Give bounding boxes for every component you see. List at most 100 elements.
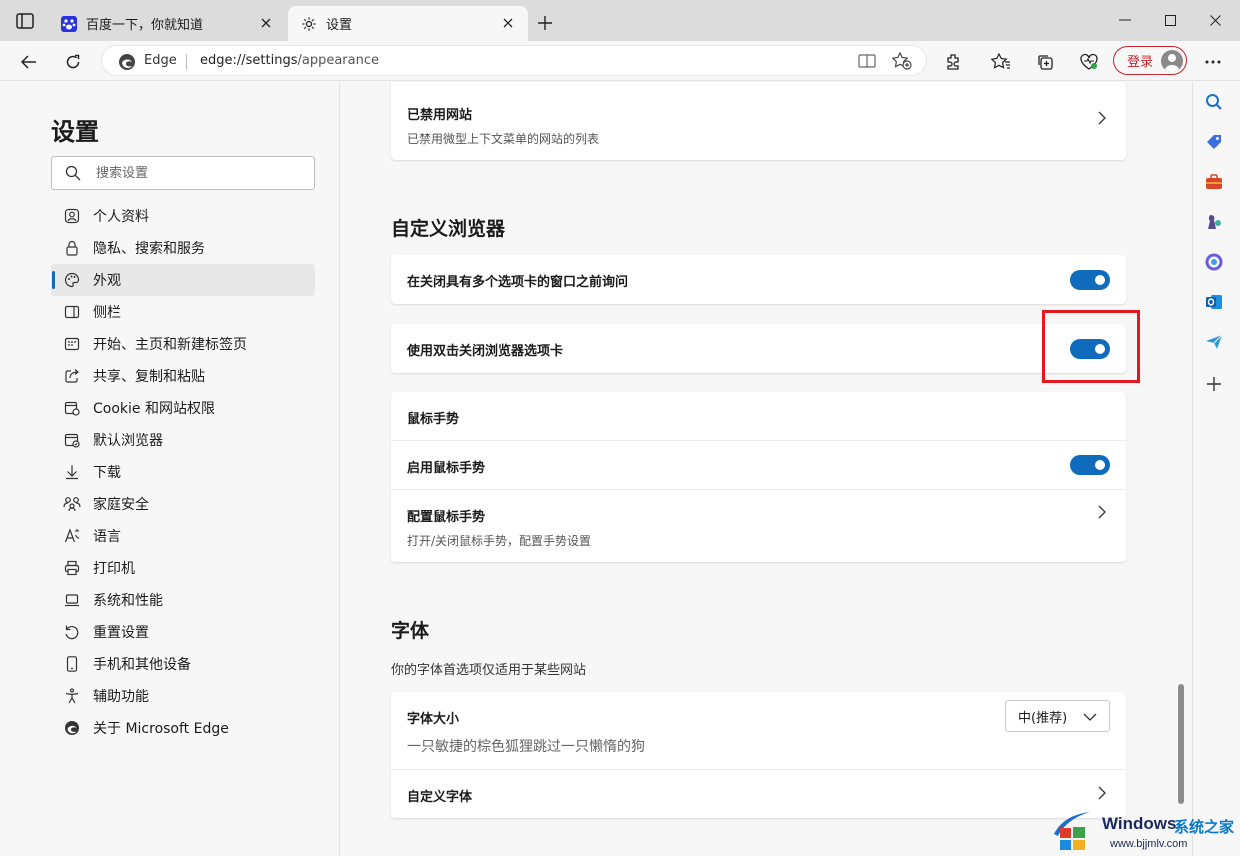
tab-actions-icon[interactable] [14, 11, 36, 31]
scrollbar-thumb[interactable] [1178, 684, 1184, 804]
edge-sidebar [1192, 82, 1240, 856]
highlight-box [1042, 310, 1140, 383]
nav-item-system[interactable]: 系统和性能 [51, 584, 315, 616]
row-subtitle: 打开/关闭鼠标手势，配置手势设置 [407, 534, 592, 548]
double-click-close-card: 使用双击关闭浏览器选项卡 [391, 324, 1126, 373]
reading-view-icon[interactable] [858, 53, 876, 73]
microsoft-365-icon[interactable] [1204, 252, 1224, 272]
avatar [1161, 50, 1183, 72]
accessibility-icon [63, 687, 81, 705]
row-title: 使用双击关闭浏览器选项卡 [407, 344, 564, 359]
font-size-row: 字体大小 一只敏捷的棕色狐狸跳过一只懒惰的狗 中(推荐) [391, 692, 1126, 769]
font-size-select[interactable]: 中(推荐) [1005, 700, 1110, 732]
nav-item-appearance[interactable]: 外观 [51, 264, 315, 296]
login-button[interactable]: 登录 [1113, 46, 1187, 75]
search-settings[interactable] [51, 156, 315, 190]
section-heading-fonts: 字体 [391, 620, 430, 642]
refresh-icon[interactable] [60, 49, 86, 75]
row-title: 鼠标手势 [407, 412, 460, 427]
fonts-card: 字体大小 一只敏捷的棕色狐狸跳过一只懒惰的狗 中(推荐) 自定义字体 [391, 692, 1126, 818]
address-toolbar: Edge edge://settings/appearance 登录 [0, 41, 1240, 81]
nav-item-accessibility[interactable]: 辅助功能 [51, 680, 315, 712]
send-icon[interactable] [1204, 332, 1224, 352]
nav-item-printers[interactable]: 打印机 [51, 552, 315, 584]
custom-fonts-row[interactable]: 自定义字体 [391, 769, 1126, 818]
chevron-right-icon [1096, 504, 1108, 520]
mouse-gesture-header: 鼠标手势 [391, 392, 1126, 440]
address-bar[interactable]: Edge edge://settings/appearance [101, 45, 927, 76]
ask-before-close-toggle[interactable] [1070, 270, 1110, 290]
maximize-icon[interactable] [1158, 8, 1182, 32]
outlook-icon[interactable] [1204, 292, 1224, 312]
chevron-right-icon [1096, 785, 1108, 801]
blocked-sites-card[interactable]: 已禁用网站 已禁用微型上下文菜单的网站的列表 [391, 82, 1126, 160]
family-icon [63, 495, 81, 513]
watermark-cn: 系统之家 [1174, 818, 1235, 836]
add-favorite-icon[interactable] [891, 51, 912, 74]
edge-logo-icon [63, 719, 81, 737]
nav-item-default-browser[interactable]: 默认浏览器 [51, 424, 315, 456]
row-title: 配置鼠标手势 [407, 510, 486, 525]
double-click-close-row: 使用双击关闭浏览器选项卡 [391, 324, 1126, 373]
lock-icon [63, 239, 81, 257]
tab-settings[interactable]: 设置 [288, 6, 528, 41]
nav-item-privacy[interactable]: 隐私、搜索和服务 [51, 232, 315, 264]
settings-content: 已禁用网站 已禁用微型上下文菜单的网站的列表 自定义浏览器 在关闭具有多个选项卡… [341, 82, 1192, 856]
close-window-icon[interactable] [1203, 8, 1227, 32]
default-browser-icon [63, 431, 81, 449]
nav-item-phone[interactable]: 手机和其他设备 [51, 648, 315, 680]
collections-icon[interactable] [1032, 49, 1058, 75]
ask-before-close-row: 在关闭具有多个选项卡的窗口之前询问 [391, 255, 1126, 304]
nav-item-reset[interactable]: 重置设置 [51, 616, 315, 648]
download-icon [63, 463, 81, 481]
close-icon[interactable] [258, 15, 274, 31]
nav-item-cookies[interactable]: Cookie 和网站权限 [51, 392, 315, 424]
edge-label: Edge [144, 53, 177, 68]
row-title: 自定义字体 [407, 790, 473, 805]
add-icon[interactable] [1204, 374, 1224, 394]
reset-icon [63, 623, 81, 641]
tools-icon[interactable] [1204, 172, 1224, 192]
more-menu-icon[interactable] [1200, 49, 1226, 75]
new-tab-icon[interactable] [534, 12, 556, 34]
chevron-down-icon [1083, 711, 1097, 721]
nav-item-start-home[interactable]: 开始、主页和新建标签页 [51, 328, 315, 360]
row-title: 已禁用网站 [407, 108, 473, 123]
home-page-icon [63, 335, 81, 353]
title-bar: 百度一下，你就知道 设置 [0, 0, 1240, 41]
shopping-tag-icon[interactable] [1204, 132, 1224, 152]
blocked-sites-row[interactable]: 已禁用网站 已禁用微型上下文菜单的网站的列表 [391, 82, 1126, 160]
font-preview-text: 一只敏捷的棕色狐狸跳过一只懒惰的狗 [407, 739, 645, 755]
browser-essentials-icon[interactable] [1076, 49, 1102, 75]
enable-mouse-gesture-toggle[interactable] [1070, 455, 1110, 475]
games-icon[interactable] [1204, 212, 1224, 232]
nav-item-languages[interactable]: 语言 [51, 520, 315, 552]
row-subtitle: 已禁用微型上下文菜单的网站的列表 [407, 132, 600, 146]
watermark-brand: Windows [1102, 814, 1177, 833]
search-input[interactable] [96, 164, 296, 182]
tab-label: 百度一下，你就知道 [86, 18, 204, 33]
nav-item-about[interactable]: 关于 Microsoft Edge [51, 712, 315, 744]
nav-item-family[interactable]: 家庭安全 [51, 488, 315, 520]
nav-item-share[interactable]: 共享、复制和粘贴 [51, 360, 315, 392]
nav-item-sidebar[interactable]: 侧栏 [51, 296, 315, 328]
sidebar-icon [63, 303, 81, 321]
close-icon[interactable] [500, 15, 516, 31]
share-icon [63, 367, 81, 385]
back-icon[interactable] [16, 49, 42, 75]
section-heading-customize: 自定义浏览器 [391, 218, 506, 240]
extensions-icon[interactable] [940, 49, 966, 75]
laptop-icon [63, 591, 81, 609]
gear-icon [300, 15, 318, 33]
favorites-icon[interactable] [988, 49, 1014, 75]
profile-icon [63, 207, 81, 225]
watermark: Windows 系统之家 www.bjjmlv.com [1050, 804, 1240, 856]
url-text[interactable]: edge://settings/appearance [200, 53, 379, 68]
configure-mouse-gesture-row[interactable]: 配置鼠标手势 打开/关闭鼠标手势，配置手势设置 [391, 489, 1126, 561]
tab-baidu[interactable]: 百度一下，你就知道 [48, 6, 286, 41]
nav-item-profile[interactable]: 个人资料 [51, 200, 315, 232]
nav-item-downloads[interactable]: 下载 [51, 456, 315, 488]
search-icon[interactable] [1204, 92, 1224, 112]
minimize-icon[interactable] [1113, 8, 1137, 32]
phone-icon [63, 655, 81, 673]
